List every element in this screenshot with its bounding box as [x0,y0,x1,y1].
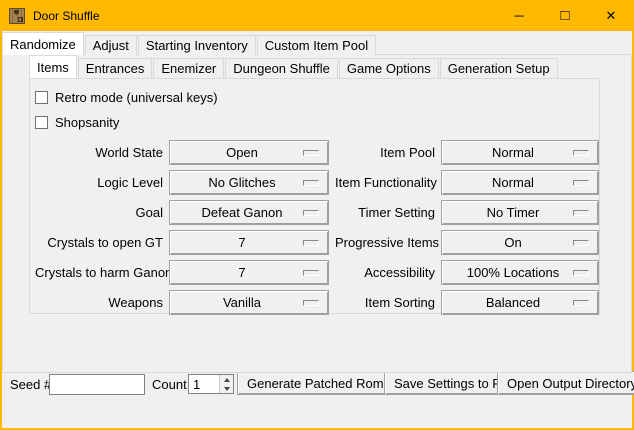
dropdown-indicator-icon [573,300,589,306]
dropdown-indicator-icon [303,270,319,276]
shopsanity-checkbox[interactable] [35,116,48,129]
dropdown-indicator-icon [303,210,319,216]
dropdown-indicator-icon [573,270,589,276]
progressive-items-dropdown[interactable]: On [441,230,599,255]
logic-level-dropdown[interactable]: No Glitches [169,170,329,195]
dropdown-indicator-icon [573,210,589,216]
tab-adjust[interactable]: Adjust [85,35,137,55]
retro-mode-checkbox-row[interactable]: Retro mode (universal keys) [35,85,599,110]
item-sorting-dropdown[interactable]: Balanced [441,290,599,315]
count-spin-up-icon[interactable] [220,375,233,384]
seed-label: Seed # [10,377,51,392]
item-functionality-label: Item Functionality [335,175,435,190]
tab-items[interactable]: Items [29,55,77,78]
retro-mode-label: Retro mode (universal keys) [55,90,218,105]
close-icon[interactable]: ✕ [588,0,634,31]
world-state-dropdown[interactable]: Open [169,140,329,165]
item-pool-dropdown[interactable]: Normal [441,140,599,165]
tab-enemizer[interactable]: Enemizer [153,58,224,78]
tab-randomize[interactable]: Randomize [2,32,84,55]
randomize-pane: Items Entrances Enemizer Dungeon Shuffle… [2,54,632,373]
timer-setting-dropdown[interactable]: No Timer [441,200,599,225]
count-spin-down-icon[interactable] [220,384,233,393]
timer-setting-label: Timer Setting [335,205,435,220]
tab-starting-inventory[interactable]: Starting Inventory [138,35,256,55]
dropdown-indicator-icon [303,150,319,156]
caption-buttons: ─ □ ✕ [496,0,634,31]
logic-level-label: Logic Level [35,175,163,190]
item-functionality-dropdown[interactable]: Normal [441,170,599,195]
titlebar: Door Shuffle ─ □ ✕ [0,0,634,31]
goal-label: Goal [35,205,163,220]
tab-entrances[interactable]: Entrances [78,58,153,78]
crystals-harm-ganon-dropdown[interactable]: 7 [169,260,329,285]
door-icon [9,8,25,24]
shopsanity-checkbox-row[interactable]: Shopsanity [35,110,599,135]
crystals-open-gt-dropdown[interactable]: 7 [169,230,329,255]
maximize-icon[interactable]: □ [542,0,588,31]
accessibility-label: Accessibility [335,265,435,280]
world-state-label: World State [35,145,163,160]
progressive-items-label: Progressive Items [335,235,435,250]
tab-game-options[interactable]: Game Options [339,58,439,78]
weapons-label: Weapons [35,295,163,310]
item-sorting-label: Item Sorting [335,295,435,310]
dropdown-indicator-icon [573,180,589,186]
dropdown-indicator-icon [303,180,319,186]
tab-custom-item-pool[interactable]: Custom Item Pool [257,35,376,55]
minimize-icon[interactable]: ─ [496,0,542,31]
dropdown-indicator-icon [303,240,319,246]
weapons-dropdown[interactable]: Vanilla [169,290,329,315]
retro-mode-checkbox[interactable] [35,91,48,104]
door-shuffle-window: Door Shuffle ─ □ ✕ Randomize Adjust Star… [0,0,634,430]
open-output-directory-button[interactable]: Open Output Directory [497,371,634,395]
seed-input[interactable] [49,374,145,395]
sub-tab-bar: Items Entrances Enemizer Dungeon Shuffle… [29,56,559,78]
item-pool-label: Item Pool [335,145,435,160]
dropdown-indicator-icon [573,150,589,156]
dropdown-indicator-icon [303,300,319,306]
crystals-open-gt-label: Crystals to open GT [35,235,163,250]
count-label: Count [152,377,187,392]
settings-grid: World State Open Item Pool Normal Logic … [35,137,599,317]
window-title: Door Shuffle [33,9,100,23]
goal-dropdown[interactable]: Defeat Ganon [169,200,329,225]
shopsanity-label: Shopsanity [55,115,119,130]
dropdown-indicator-icon [573,240,589,246]
accessibility-dropdown[interactable]: 100% Locations [441,260,599,285]
main-tab-bar: Randomize Adjust Starting Inventory Cust… [2,32,377,55]
generate-patched-rom-button[interactable]: Generate Patched Rom [237,371,394,395]
tab-generation-setup[interactable]: Generation Setup [440,58,558,78]
count-spinner[interactable]: 1 [188,374,234,394]
crystals-harm-ganon-label: Crystals to harm Ganon [35,265,163,280]
items-pane: Retro mode (universal keys) Shopsanity W… [29,78,600,314]
tab-dungeon-shuffle[interactable]: Dungeon Shuffle [225,58,338,78]
